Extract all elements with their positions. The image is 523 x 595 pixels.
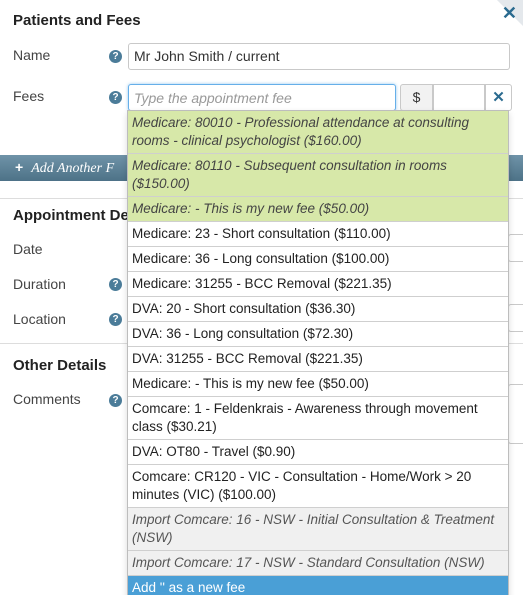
fee-option[interactable]: DVA: OT80 - Travel ($0.90) [128, 440, 508, 465]
appointment-section-title: Appointment De [13, 207, 129, 224]
fee-option[interactable]: Medicare: 80010 - Professional attendanc… [128, 111, 508, 154]
help-icon[interactable]: ? [109, 394, 122, 407]
fee-option[interactable]: Medicare: 23 - Short consultation ($110.… [128, 222, 508, 247]
currency-label: $ [400, 84, 433, 111]
help-icon[interactable]: ? [109, 50, 122, 63]
comments-input[interactable] [508, 384, 523, 444]
date-input[interactable] [508, 234, 523, 262]
plus-icon: + [15, 159, 24, 175]
fee-option[interactable]: DVA: 20 - Short consultation ($36.30) [128, 297, 508, 322]
close-icon[interactable]: ✕ [502, 4, 517, 22]
clear-fee-icon[interactable]: ✕ [485, 84, 512, 111]
fee-suggestions-dropdown: Medicare: 80010 - Professional attendanc… [127, 110, 509, 595]
patients-fees-panel: ✕ Patients and Fees Name ? Mr John Smith… [0, 0, 523, 595]
fee-option[interactable]: Comcare: 1 - Feldenkrais - Awareness thr… [128, 397, 508, 440]
date-label: Date [13, 241, 43, 257]
duration-label: Duration [13, 276, 66, 292]
fee-option[interactable]: DVA: 31255 - BCC Removal ($221.35) [128, 347, 508, 372]
name-field[interactable]: Mr John Smith / current [128, 43, 510, 70]
location-input[interactable] [508, 304, 523, 332]
name-label: Name [13, 47, 51, 63]
fee-option[interactable]: Medicare: - This is my new fee ($50.00) [128, 197, 508, 222]
fee-option[interactable]: Import Comcare: 16 - NSW - Initial Consu… [128, 508, 508, 551]
comments-label: Comments [13, 391, 81, 407]
fee-option[interactable]: Medicare: 80110 - Subsequent consultatio… [128, 154, 508, 197]
fee-option[interactable]: Medicare: - This is my new fee ($50.00) [128, 372, 508, 397]
fee-option[interactable]: Medicare: 31255 - BCC Removal ($221.35) [128, 272, 508, 297]
help-icon[interactable]: ? [109, 313, 122, 326]
help-icon[interactable]: ? [109, 91, 122, 104]
other-details-title: Other Details [13, 357, 107, 374]
fee-option[interactable]: DVA: 36 - Long consultation ($72.30) [128, 322, 508, 347]
fee-option[interactable]: Medicare: 36 - Long consultation ($100.0… [128, 247, 508, 272]
fee-option[interactable]: Comcare: CR120 - VIC - Consultation - Ho… [128, 465, 508, 508]
fees-label: Fees [13, 88, 45, 104]
panel-title: Patients and Fees [13, 12, 141, 29]
fee-option[interactable]: Import Comcare: 17 - NSW - Standard Cons… [128, 551, 508, 576]
help-icon[interactable]: ? [109, 278, 122, 291]
add-new-fee-option[interactable]: Add '' as a new fee [128, 576, 508, 595]
fee-search-input[interactable] [128, 84, 396, 111]
add-another-fee-label: Add Another F [31, 161, 115, 176]
location-label: Location [13, 311, 66, 327]
fee-amount-input[interactable] [433, 84, 485, 111]
